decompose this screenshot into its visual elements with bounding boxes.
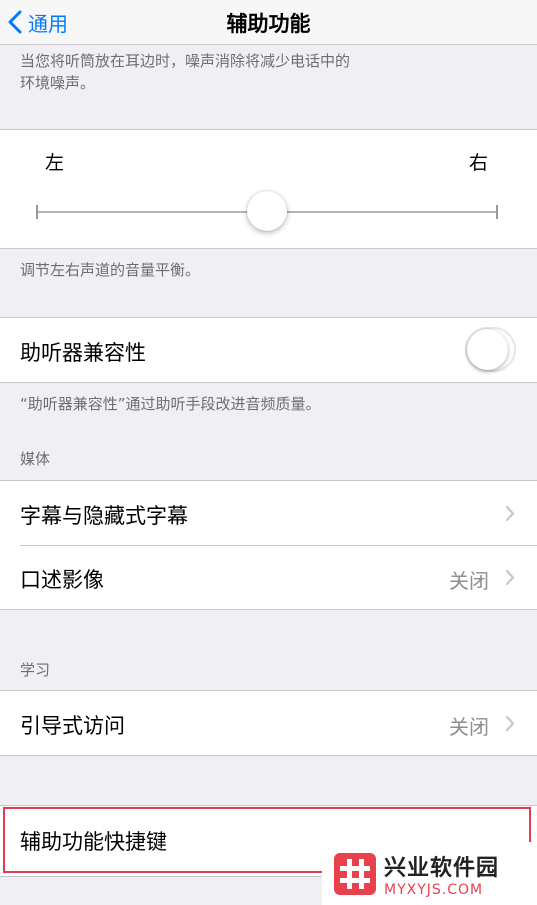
media-section-header: 媒体 (20, 450, 51, 468)
toggle-knob (467, 329, 508, 370)
hearing-aid-label: 助听器兼容性 (20, 341, 146, 365)
hearing-aid-footer: “助听器兼容性”通过助听手段改进音频质量。 (20, 395, 321, 413)
balance-left-label: 左 (45, 152, 65, 174)
learning-section-header: 学习 (20, 661, 51, 679)
list-item-label: 口述影像 (20, 568, 104, 592)
media-item-subtitles[interactable]: 字幕与隐藏式字幕 (0, 481, 537, 545)
hearing-aid-group: 助听器兼容性 (0, 317, 537, 383)
balance-right-label: 右 (469, 152, 489, 174)
hearing-aid-cell: 助听器兼容性 (0, 318, 537, 382)
page-title: 辅助功能 (226, 12, 311, 36)
footer-line-2: 环境噪声。 (20, 74, 96, 92)
chevron-right-icon (505, 505, 515, 522)
watermark-subtitle: MYXYJS.COM (384, 881, 484, 898)
list-item-label: 引导式访问 (20, 714, 125, 738)
hash-logo-icon (334, 852, 376, 895)
watermark: 兴业软件园 MYXYJS.COM (322, 842, 537, 905)
hearing-aid-toggle[interactable] (465, 327, 516, 372)
learning-group: 引导式访问 关闭 (0, 690, 537, 756)
list-item-value: 关闭 (449, 569, 489, 593)
media-group: 字幕与隐藏式字幕 口述影像 关闭 (0, 480, 537, 610)
chevron-right-icon (505, 715, 515, 732)
balance-right-tick (496, 205, 498, 219)
learning-item-guided-access[interactable]: 引导式访问 关闭 (0, 691, 537, 755)
footer-line-1: 当您将听筒放在耳边时，噪声消除将减少电话中的 (20, 52, 351, 70)
list-item-value: 关闭 (449, 715, 489, 739)
noise-cancellation-footer: 当您将听筒放在耳边时，噪声消除将减少电话中的 环境噪声。 (20, 50, 350, 94)
balance-group (0, 129, 537, 249)
list-item-label: 字幕与隐藏式字幕 (20, 504, 188, 528)
balance-left-tick (36, 205, 38, 219)
balance-footer: 调节左右声道的音量平衡。 (20, 261, 201, 279)
chevron-right-icon (505, 569, 515, 586)
navigation-bar: 通用 辅助功能 (0, 0, 537, 45)
watermark-title: 兴业软件园 (384, 855, 500, 881)
balance-slider-thumb[interactable] (247, 191, 287, 231)
media-item-audio-description[interactable]: 口述影像 关闭 (0, 545, 537, 609)
